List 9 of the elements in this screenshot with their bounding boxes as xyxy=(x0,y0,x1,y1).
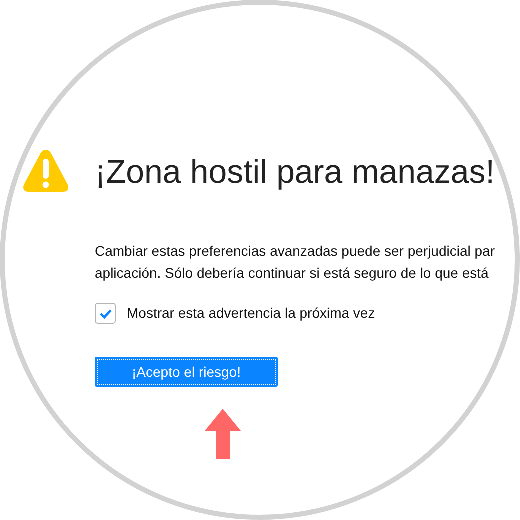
warning-icon xyxy=(22,148,70,194)
checkbox[interactable] xyxy=(95,303,116,324)
accept-button[interactable]: ¡Acepto el riesgo! xyxy=(95,357,278,387)
warning-message: aplicación. Sólo debería continuar si está seguro de lo que está xyxy=(95,264,490,283)
warning-message: Cambiar estas preferencias avanzadas puede ser perjudicial par xyxy=(95,242,496,261)
checkbox-label: Mostrar esta advertencia la próxima vez xyxy=(127,304,376,323)
arrow-up-icon xyxy=(205,409,241,459)
page-title: ¡Zona hostil para manazas! xyxy=(95,154,495,188)
check-icon xyxy=(100,308,112,318)
